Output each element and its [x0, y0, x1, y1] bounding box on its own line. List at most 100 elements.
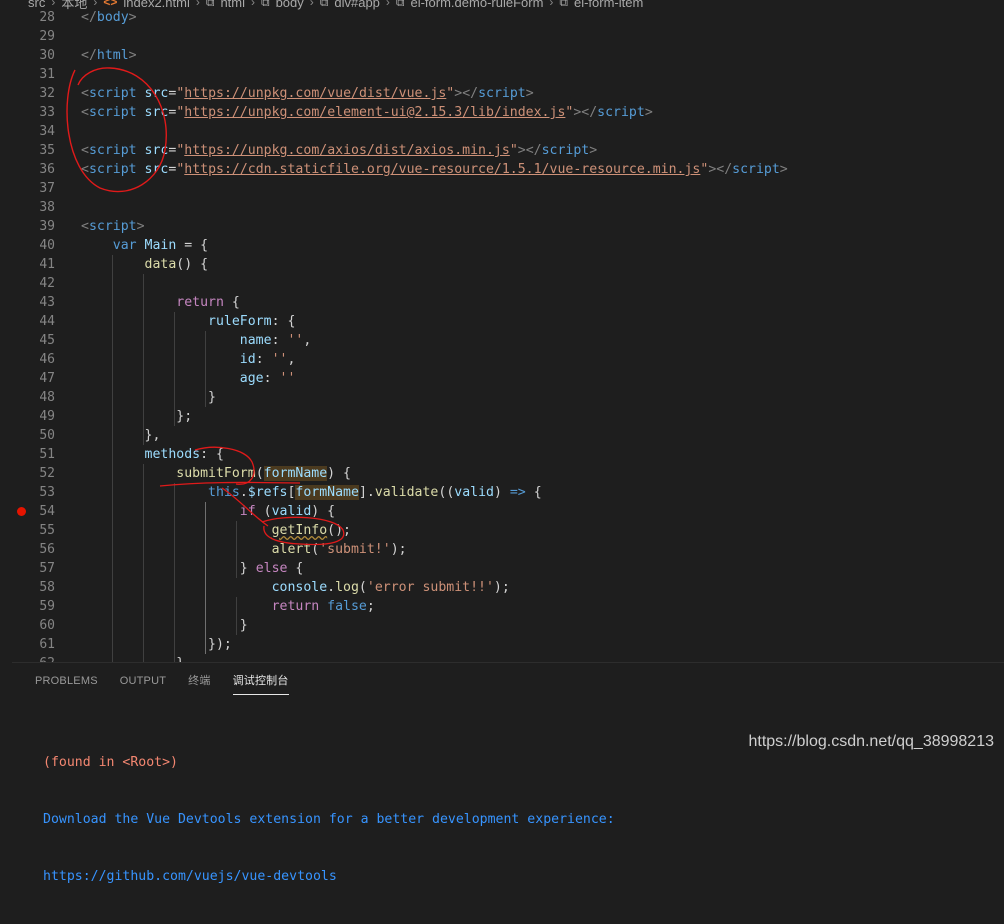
indent-guide [205, 331, 206, 407]
indent-guide [236, 597, 237, 635]
code-line[interactable]: 45 name: '', [0, 331, 1004, 350]
line-number: 54 [39, 504, 55, 519]
code-text[interactable]: var Main = { [81, 236, 208, 255]
code-line[interactable]: 55 getInfo(); [0, 521, 1004, 540]
line-number: 62 [0, 654, 55, 662]
debug-console-output[interactable]: (found in <Root>) Download the Vue Devto… [43, 715, 615, 924]
code-lines[interactable]: 28 </body> 29 30 </html> 31 32 <script src="htt… [0, 8, 1004, 662]
line-number: 28 [39, 10, 55, 25]
code-text[interactable]: ruleForm: { [81, 312, 295, 331]
tab-terminal[interactable]: 终端 [177, 663, 221, 697]
code-line[interactable]: 36 <script src="https://cdn.staticfile.or… [0, 160, 1004, 179]
code-line[interactable]: 35 <script src="https://unpkg.com/axios/d… [0, 141, 1004, 160]
code-text[interactable]: submitForm(formName) { [81, 464, 351, 483]
code-text[interactable]: if (valid) { [81, 502, 335, 521]
code-line[interactable]: 28 </body> [0, 8, 1004, 27]
code-text[interactable]: console.log('error submit!!'); [81, 578, 510, 597]
line-number: 40 [39, 238, 55, 253]
code-text[interactable]: }, [81, 654, 192, 662]
code-line[interactable]: 33 <script src="https://unpkg.com/element… [0, 103, 1004, 122]
code-line[interactable]: 44 ruleForm: { [0, 312, 1004, 331]
line-number: 32 [39, 86, 55, 101]
code-line[interactable]: 41 data() { [0, 255, 1004, 274]
line-number: 53 [39, 485, 55, 500]
code-line[interactable]: 50 }, [0, 426, 1004, 445]
code-text[interactable]: }); [81, 635, 232, 654]
tab-debug-console[interactable]: 调试控制台 [222, 663, 300, 697]
code-line[interactable]: 57 } else { [0, 559, 1004, 578]
line-number: 55 [39, 523, 55, 538]
code-line[interactable]: 60 } [0, 616, 1004, 635]
code-text[interactable]: </body> [81, 8, 137, 27]
line-number: 45 [39, 333, 55, 348]
code-text[interactable]: } [81, 616, 248, 635]
line-number: 57 [39, 561, 55, 576]
code-text[interactable]: } [81, 388, 216, 407]
code-text[interactable]: methods: { [81, 445, 224, 464]
line-number: 61 [39, 637, 55, 652]
code-text[interactable]: return { [81, 293, 240, 312]
line-number: 49 [39, 409, 55, 424]
code-line[interactable]: 43 return { [0, 293, 1004, 312]
console-link[interactable]: https://github.com/vuejs/vue-devtools [43, 867, 615, 886]
code-text[interactable]: getInfo(); [81, 521, 351, 540]
code-line[interactable]: 49 }; [0, 407, 1004, 426]
line-number: 42 [39, 276, 55, 291]
code-text[interactable]: <script> [81, 217, 145, 236]
code-text[interactable]: <script src="https://unpkg.com/vue/dist/… [81, 84, 534, 103]
code-text[interactable]: return false; [81, 597, 375, 616]
code-text[interactable]: alert('submit!'); [81, 540, 407, 559]
code-line[interactable]: 37 [0, 179, 1004, 198]
tab-output[interactable]: OUTPUT [109, 663, 177, 697]
code-line[interactable]: 59 return false; [0, 597, 1004, 616]
code-line[interactable]: 52 submitForm(formName) { [0, 464, 1004, 483]
code-line[interactable]: 58 console.log('error submit!!'); [0, 578, 1004, 597]
code-line[interactable]: 62 }, [0, 654, 1004, 662]
code-text[interactable]: name: '', [81, 331, 312, 350]
line-number: 48 [39, 390, 55, 405]
code-text[interactable]: <script src="https://unpkg.com/element-u… [81, 103, 653, 122]
code-line[interactable]: 39 <script> [0, 217, 1004, 236]
code-text[interactable]: <script src="https://cdn.staticfile.org/… [81, 160, 788, 179]
code-text[interactable]: this.$refs[formName].validate((valid) =>… [81, 483, 542, 502]
code-line[interactable]: 29 [0, 27, 1004, 46]
line-number: 36 [39, 162, 55, 177]
code-line[interactable]: 54 if (valid) { [0, 502, 1004, 521]
code-text[interactable]: }, [81, 426, 161, 445]
code-line[interactable]: 38 [0, 198, 1004, 217]
code-line[interactable]: 40 var Main = { [0, 236, 1004, 255]
code-text[interactable]: } else { [81, 559, 304, 578]
line-number: 37 [39, 181, 55, 196]
tab-problems[interactable]: PROBLEMS [24, 663, 109, 697]
code-text[interactable]: <script src="https://unpkg.com/axios/dis… [81, 141, 597, 160]
line-number: 50 [39, 428, 55, 443]
code-line[interactable]: 61 }); [0, 635, 1004, 654]
code-text[interactable]: data() { [81, 255, 209, 274]
code-line[interactable]: 56 alert('submit!'); [0, 540, 1004, 559]
line-number: 44 [39, 314, 55, 329]
code-text[interactable]: </html> [81, 46, 137, 65]
line-number: 35 [39, 143, 55, 158]
line-number: 60 [39, 618, 55, 633]
code-line[interactable]: 32 <script src="https://unpkg.com/vue/dis… [0, 84, 1004, 103]
line-number: 30 [39, 48, 55, 63]
code-editor[interactable]: 28 </body> 29 30 </html> 31 32 <script src="htt… [0, 8, 1004, 662]
line-number: 47 [39, 371, 55, 386]
code-line[interactable]: 47 age: '' [0, 369, 1004, 388]
code-line[interactable]: 53 this.$refs[formName].validate((valid)… [0, 483, 1004, 502]
code-line[interactable]: 46 id: '', [0, 350, 1004, 369]
line-number: 33 [39, 105, 55, 120]
code-line[interactable]: 42 [0, 274, 1004, 293]
code-text[interactable]: }; [81, 407, 192, 426]
code-text[interactable]: id: '', [81, 350, 296, 369]
line-number: 29 [39, 29, 55, 44]
line-number: 41 [39, 257, 55, 272]
code-line[interactable]: 34 [0, 122, 1004, 141]
line-number: 31 [39, 67, 55, 82]
code-line[interactable]: 30 </html> [0, 46, 1004, 65]
code-text[interactable]: age: '' [81, 369, 296, 388]
code-line[interactable]: 51 methods: { [0, 445, 1004, 464]
code-line[interactable]: 31 [0, 65, 1004, 84]
line-number: 38 [39, 200, 55, 215]
code-line[interactable]: 48 } [0, 388, 1004, 407]
